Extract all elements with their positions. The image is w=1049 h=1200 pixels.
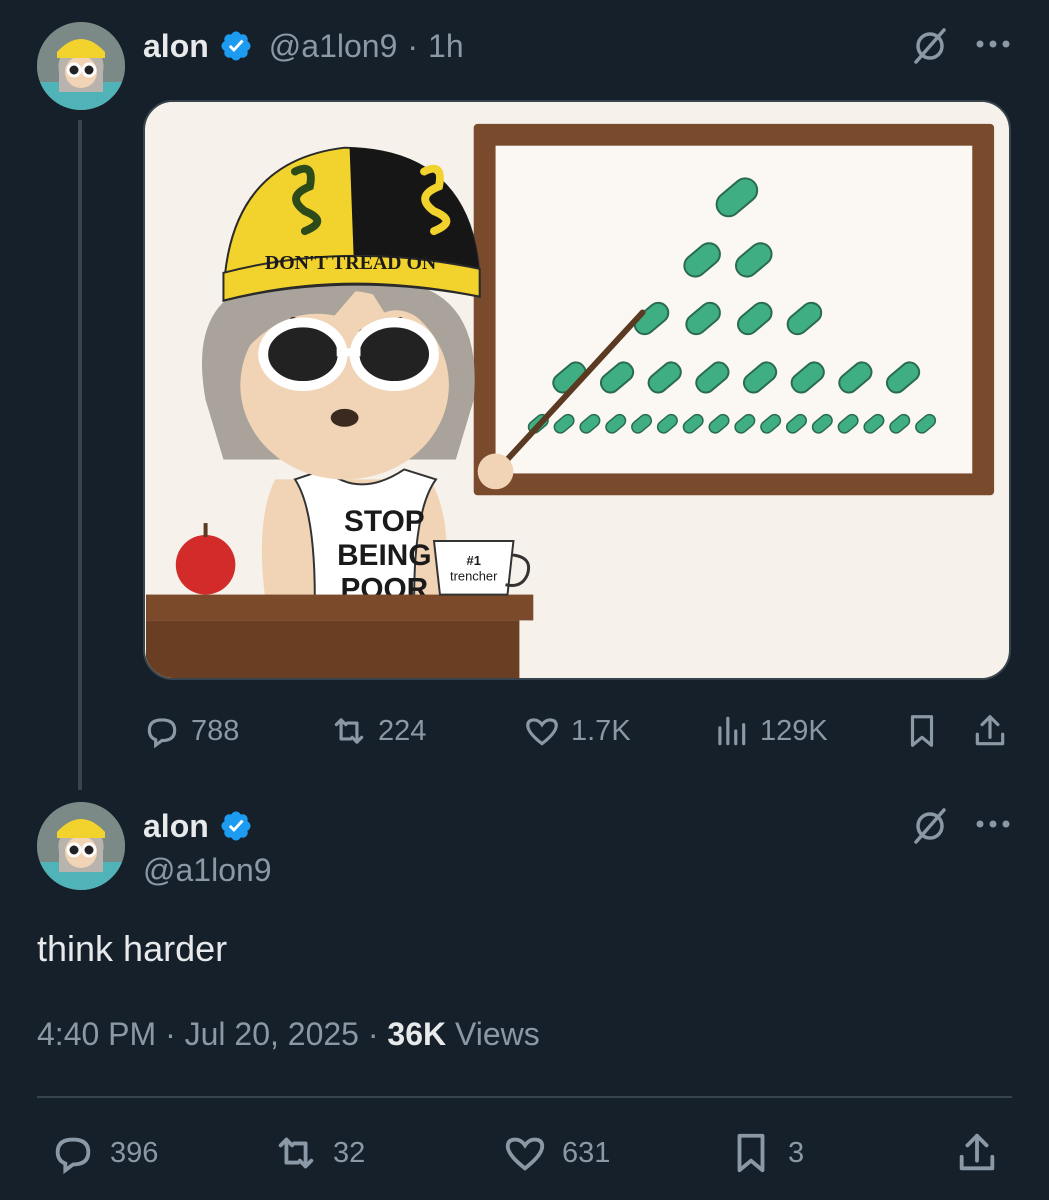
views-label: Views <box>446 1016 540 1052</box>
views-icon <box>718 716 746 746</box>
repost-count: 32 <box>333 1136 366 1169</box>
author-name[interactable]: alon <box>143 28 209 65</box>
bookmark-icon <box>737 1133 765 1173</box>
share-button[interactable] <box>954 1130 1000 1176</box>
post-header: alon @a1lon9 · 1h <box>143 24 464 68</box>
bookmark-button[interactable]: 3 <box>728 1130 804 1176</box>
post-meta: 4:40 PM · Jul 20, 2025 · 36K Views <box>37 1016 540 1053</box>
repost-button[interactable]: 224 <box>330 712 426 750</box>
mug-line1: #1 <box>467 553 481 568</box>
teacher-illustration: DON'T TREAD ON STOP BEING POOR #1 trench… <box>145 102 1009 678</box>
author-name[interactable]: alon <box>143 808 209 845</box>
like-icon <box>526 718 558 746</box>
reply-icon <box>147 718 177 749</box>
like-button[interactable]: 1.7K <box>523 712 631 750</box>
bookmark-button[interactable] <box>903 712 941 750</box>
more-icon[interactable] <box>974 814 1012 834</box>
share-icon <box>959 1133 995 1171</box>
repost-icon <box>278 1137 314 1169</box>
mug-line2: trencher <box>450 569 498 584</box>
repost-button[interactable]: 32 <box>273 1130 365 1176</box>
grok-icon[interactable] <box>910 26 950 66</box>
like-button[interactable]: 631 <box>502 1130 610 1176</box>
views-count: 129K <box>760 714 828 747</box>
thread-line <box>78 120 82 790</box>
post-time[interactable]: 1h <box>428 28 464 65</box>
like-icon <box>505 1137 545 1171</box>
divider <box>37 1096 1012 1098</box>
bookmark-icon <box>910 715 934 747</box>
share-button[interactable] <box>971 712 1009 750</box>
verified-badge-icon <box>221 31 251 61</box>
verified-badge-icon <box>221 811 251 841</box>
author-handle[interactable]: @a1lon9 <box>269 28 398 65</box>
post-text: think harder <box>37 928 228 969</box>
more-icon[interactable] <box>974 34 1012 54</box>
reply-count: 788 <box>191 714 240 747</box>
reply-count: 396 <box>110 1136 159 1169</box>
reply-icon <box>55 1137 91 1175</box>
share-icon <box>975 715 1005 746</box>
post-image[interactable]: DON'T TREAD ON STOP BEING POOR #1 trench… <box>143 100 1011 680</box>
repost-count: 224 <box>378 714 427 747</box>
shirt-line2: BEING <box>337 539 431 572</box>
separator: · <box>407 27 419 64</box>
views-button[interactable]: 129K <box>712 712 828 750</box>
avatar[interactable] <box>37 22 125 110</box>
avatar[interactable] <box>37 802 125 890</box>
views-count: 36K <box>387 1016 447 1052</box>
hat-text: DON'T TREAD ON <box>265 252 437 274</box>
reply-button[interactable]: 788 <box>143 712 239 750</box>
author-handle[interactable]: @a1lon9 <box>143 852 272 889</box>
reply-button[interactable]: 396 <box>50 1130 158 1176</box>
post-timestamp[interactable]: 4:40 PM · Jul 20, 2025 · <box>37 1016 387 1052</box>
repost-icon <box>334 718 364 744</box>
like-count: 1.7K <box>571 714 631 747</box>
like-count: 631 <box>562 1136 611 1169</box>
bookmark-count: 3 <box>788 1136 805 1169</box>
shirt-line1: STOP <box>344 505 425 538</box>
grok-icon[interactable] <box>910 806 950 846</box>
post-header: alon <box>143 804 253 848</box>
